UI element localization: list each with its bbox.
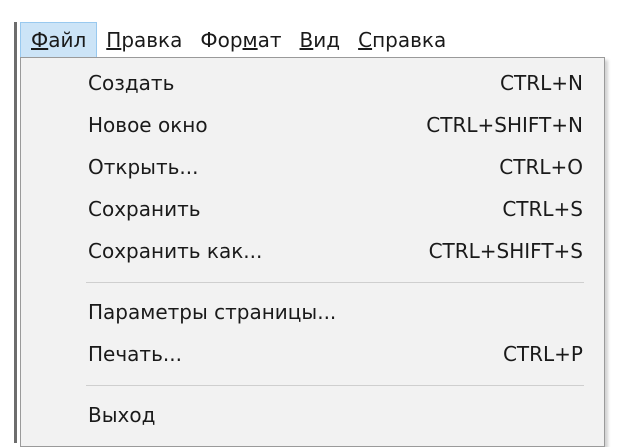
menu-view-mnemonic: В	[299, 28, 314, 52]
menu-item-label: Открыть...	[88, 155, 199, 179]
menu-item-page-setup[interactable]: Параметры страницы...	[21, 291, 604, 333]
menu-file[interactable]: Файл	[20, 22, 98, 58]
menu-item-shortcut: CTRL+S	[502, 197, 583, 221]
menu-format-label-a: Фор	[200, 28, 243, 52]
menu-help-mnemonic: С	[358, 28, 373, 52]
menu-file-mnemonic: Ф	[31, 28, 49, 52]
menu-format-label-b: ат	[257, 28, 282, 52]
menu-item-open[interactable]: Открыть... CTRL+O	[21, 146, 604, 188]
menu-item-shortcut: CTRL+SHIFT+N	[426, 113, 583, 137]
menu-item-new[interactable]: Создать CTRL+N	[21, 62, 604, 104]
menu-format-mnemonic: м	[242, 28, 258, 52]
menu-separator	[86, 385, 584, 386]
menu-edit-label: равка	[121, 28, 183, 52]
menu-item-label: Сохранить	[88, 197, 201, 221]
menu-item-label: Создать	[88, 71, 175, 95]
menu-file-label: айл	[48, 28, 87, 52]
menu-item-label: Выход	[88, 403, 156, 427]
window-left-edge	[14, 22, 17, 443]
menu-item-label: Параметры страницы...	[88, 300, 337, 324]
menu-item-save[interactable]: Сохранить CTRL+S	[21, 188, 604, 230]
menu-separator	[86, 282, 584, 283]
menu-item-shortcut: CTRL+SHIFT+S	[428, 239, 583, 263]
menu-help[interactable]: Справка	[349, 22, 455, 58]
menu-item-exit[interactable]: Выход	[21, 394, 604, 436]
menu-item-label: Новое окно	[88, 113, 208, 137]
menu-item-shortcut: CTRL+N	[500, 71, 583, 95]
menu-format[interactable]: Формат	[191, 22, 290, 58]
menu-edit[interactable]: Правка	[97, 22, 191, 58]
menu-item-label: Печать...	[88, 342, 182, 366]
menu-bar: Файл Правка Формат Вид Справка	[20, 22, 455, 58]
menu-item-new-window[interactable]: Новое окно CTRL+SHIFT+N	[21, 104, 604, 146]
menu-help-label: правка	[372, 28, 447, 52]
menu-view-label: ид	[313, 28, 341, 52]
menu-item-shortcut: CTRL+P	[502, 342, 583, 366]
menu-view[interactable]: Вид	[291, 22, 350, 58]
menu-item-print[interactable]: Печать... CTRL+P	[21, 333, 604, 375]
menu-item-shortcut: CTRL+O	[499, 155, 583, 179]
menu-item-label: Сохранить как...	[88, 239, 263, 263]
menu-edit-mnemonic: П	[106, 28, 122, 52]
file-menu-list: Создать CTRL+N Новое окно CTRL+SHIFT+N О…	[21, 62, 604, 436]
menu-item-save-as[interactable]: Сохранить как... CTRL+SHIFT+S	[21, 230, 604, 272]
file-dropdown-menu: Создать CTRL+N Новое окно CTRL+SHIFT+N О…	[20, 57, 605, 447]
